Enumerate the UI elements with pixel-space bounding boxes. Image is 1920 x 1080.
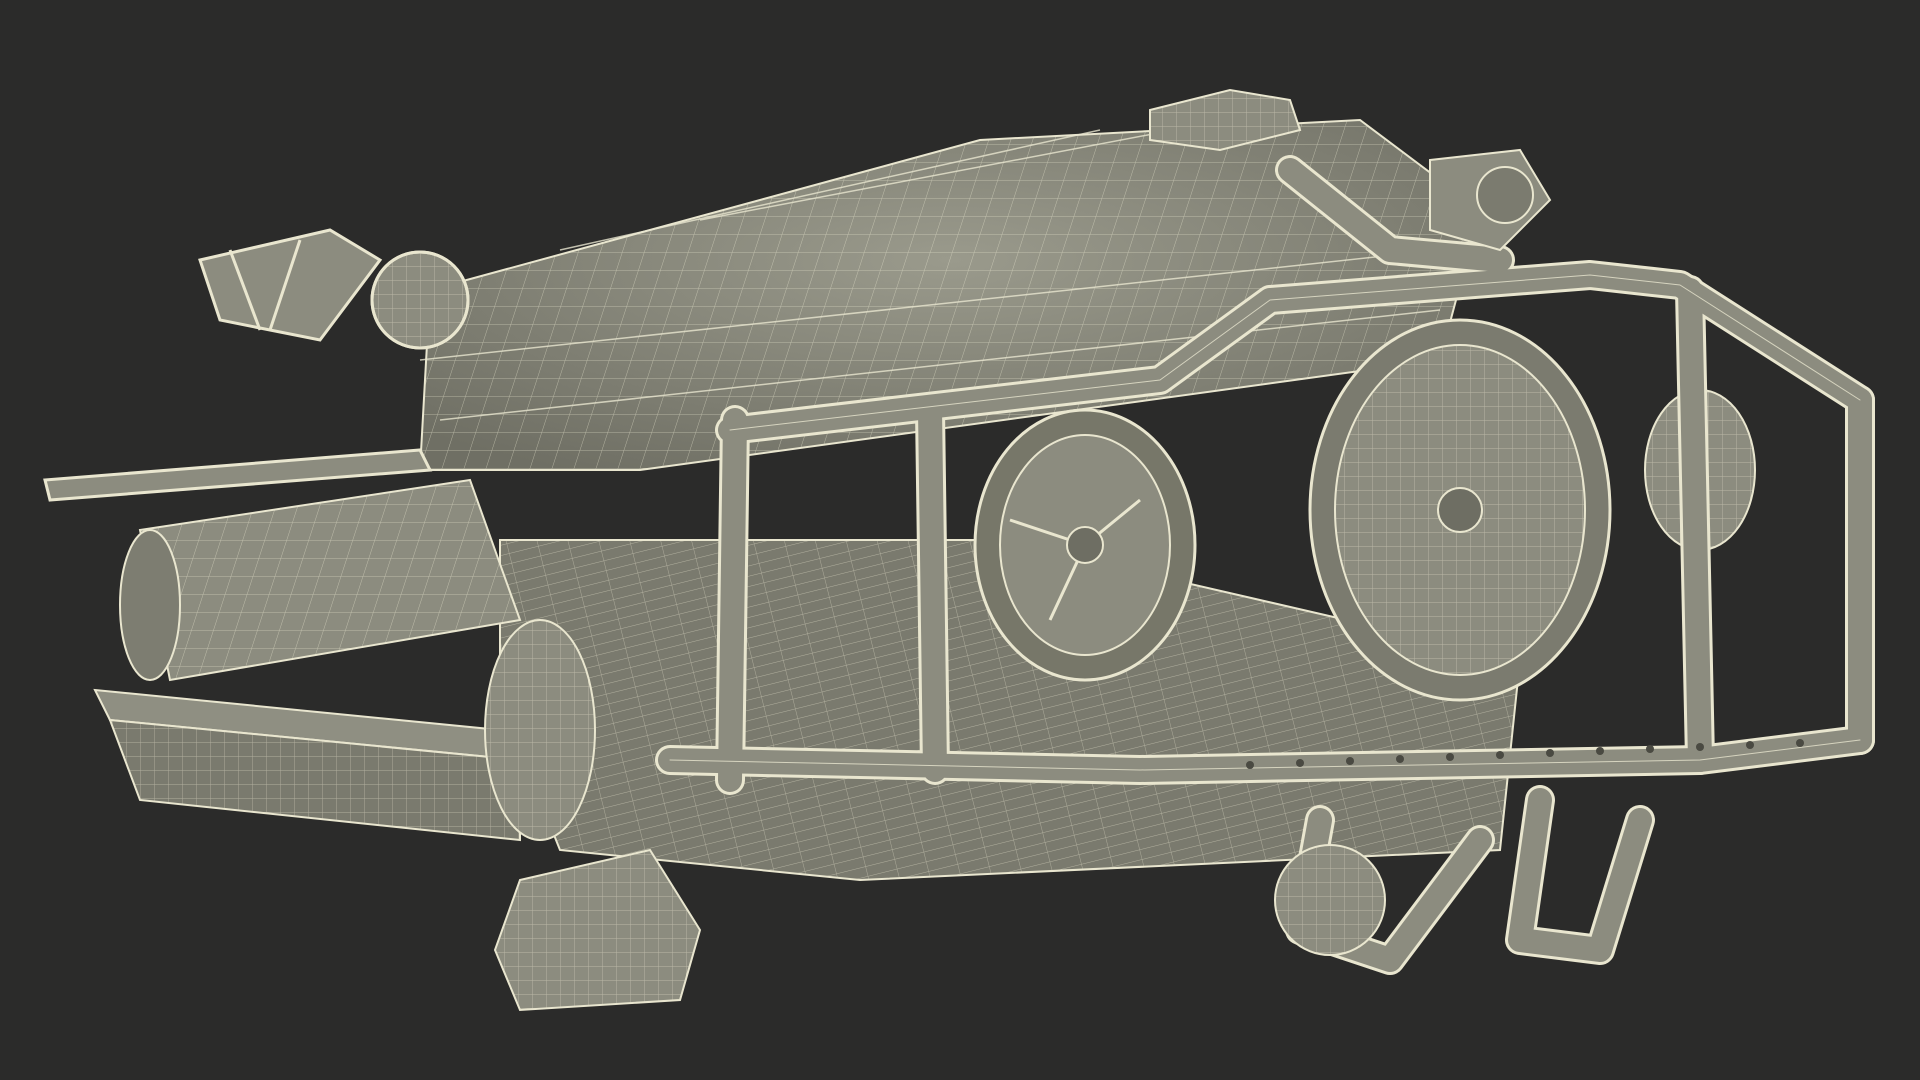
side-cylinder (119, 478, 522, 682)
rail-bolt (1796, 739, 1804, 747)
rail-bolt (1346, 757, 1354, 765)
thruster-center (1308, 318, 1612, 702)
lower-camera-dome (1274, 844, 1386, 956)
wireframe-model-render (43, 88, 1875, 1012)
render-viewport (0, 0, 1920, 1080)
rail-bolt (1696, 743, 1704, 751)
front-port (484, 619, 596, 841)
camera-mount (1429, 148, 1552, 252)
rail-bolt (1546, 749, 1554, 757)
rail-bolt (1646, 745, 1654, 753)
rail-bolt (1246, 761, 1254, 769)
left-skid (93, 688, 523, 842)
rail-bolt (1596, 747, 1604, 755)
rail-bolt (1446, 753, 1454, 761)
pedestal (493, 848, 702, 1012)
rail-bolt (1496, 751, 1504, 759)
thruster-left (973, 408, 1197, 682)
top-left-frame (43, 228, 470, 502)
rail-bolt (1296, 759, 1304, 767)
rail-bolt (1746, 741, 1754, 749)
rail-bolt (1396, 755, 1404, 763)
